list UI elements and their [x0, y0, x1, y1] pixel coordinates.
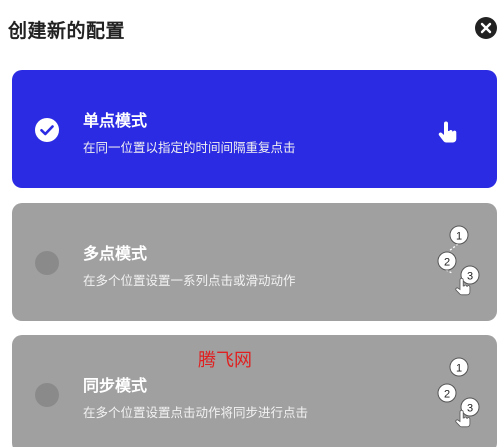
step-label-2: 2 — [444, 257, 450, 269]
mode-card-sync[interactable]: 同步模式 在多个位置设置点击动作将同步进行点击 1 2 3 — [12, 335, 497, 447]
single-tap-hand-icon — [435, 120, 461, 150]
mode-description: 在同一位置以指定的时间间隔重复点击 — [83, 140, 296, 155]
radio-unselected-icon[interactable] — [35, 383, 59, 407]
selected-check-icon[interactable] — [35, 118, 59, 142]
mode-card-multi-tap[interactable]: 多点模式 在多个位置设置一系列点击或滑动动作 1 2 3 — [12, 203, 497, 321]
mode-title: 同步模式 — [83, 376, 148, 395]
close-icon[interactable] — [475, 17, 497, 39]
mode-description: 在多个位置设置一系列点击或滑动动作 — [83, 273, 296, 288]
step-label-1: 1 — [456, 363, 462, 375]
watermark-text: 腾飞网 — [198, 350, 252, 371]
mode-description: 在多个位置设置点击动作将同步进行点击 — [83, 405, 309, 420]
sync-tap-sequence-icon: 1 2 3 — [422, 352, 482, 438]
mode-title: 单点模式 — [83, 111, 148, 130]
mode-title: 多点模式 — [83, 244, 148, 263]
dialog-header: 创建新的配置 — [0, 0, 504, 56]
multi-tap-sequence-icon: 1 2 3 — [422, 220, 482, 306]
step-label-2: 2 — [444, 389, 450, 401]
step-label-3: 3 — [467, 403, 473, 415]
radio-unselected-icon[interactable] — [35, 251, 59, 275]
mode-card-single-tap[interactable]: 单点模式 在同一位置以指定的时间间隔重复点击 — [12, 70, 497, 188]
dialog-title: 创建新的配置 — [8, 20, 126, 42]
step-label-3: 3 — [467, 271, 473, 283]
step-label-1: 1 — [456, 231, 462, 243]
